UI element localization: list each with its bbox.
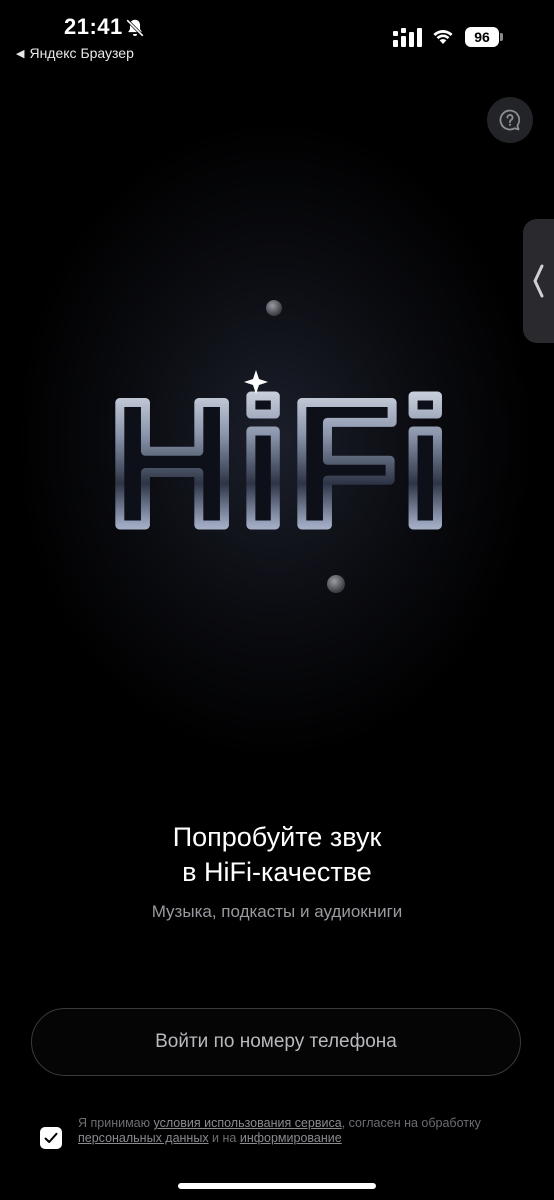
battery-indicator: 96 (465, 27, 503, 47)
bell-slash-icon (126, 19, 144, 37)
checkmark-icon (44, 1132, 58, 1143)
side-panel-handle[interactable] (523, 219, 554, 343)
wifi-icon (433, 30, 453, 44)
hifi-logo: HiFi (108, 364, 452, 563)
bubble-decoration (266, 300, 282, 316)
promo-title-line-2: в HiFi-качестве (182, 857, 372, 887)
signal-icon (393, 28, 422, 47)
status-time: 21:41 (64, 14, 123, 39)
chevron-left-icon (533, 264, 544, 298)
hifi-hero-illustration: HiFi (103, 300, 455, 593)
back-to-app-link[interactable]: ◀ Яндекс Браузер (16, 45, 134, 61)
personal-data-link[interactable]: персональных данных (78, 1131, 209, 1145)
bubble-decoration (327, 575, 345, 593)
question-bubble-icon (499, 109, 521, 131)
phone-login-button[interactable]: Войти по номеру телефона (31, 1008, 521, 1076)
battery-tip (500, 33, 503, 41)
back-app-label: Яндекс Браузер (29, 45, 134, 61)
screen: 21:41 ◀ Яндекс Браузер 96 HiFi Попробуйт… (0, 0, 554, 1200)
consent-text-part: Я принимаю (78, 1116, 154, 1130)
consent-text-part: , согласен на обработку (341, 1116, 481, 1130)
notifications-link[interactable]: информирование (240, 1131, 342, 1145)
status-bar: 21:41 ◀ Яндекс Браузер 96 (0, 0, 554, 70)
back-arrow-icon: ◀ (16, 47, 25, 60)
terms-link[interactable]: условия использования сервиса (153, 1116, 341, 1130)
promo-title-line-1: Попробуйте звук (172, 822, 382, 852)
consent-text-part: и на (208, 1131, 240, 1145)
support-chat-button[interactable] (487, 97, 533, 143)
consent-checkbox[interactable] (40, 1127, 62, 1149)
battery-level: 96 (465, 27, 499, 47)
consent-text: Я принимаю условия использования сервиса… (78, 1116, 518, 1146)
promo-subtitle: Музыка, подкасты и аудиокниги (151, 902, 403, 921)
consent-row: Я принимаю условия использования сервиса… (40, 1114, 520, 1158)
promo-title: Попробуйте звук в HiFi-качестве (0, 820, 554, 890)
home-indicator[interactable] (178, 1183, 376, 1189)
